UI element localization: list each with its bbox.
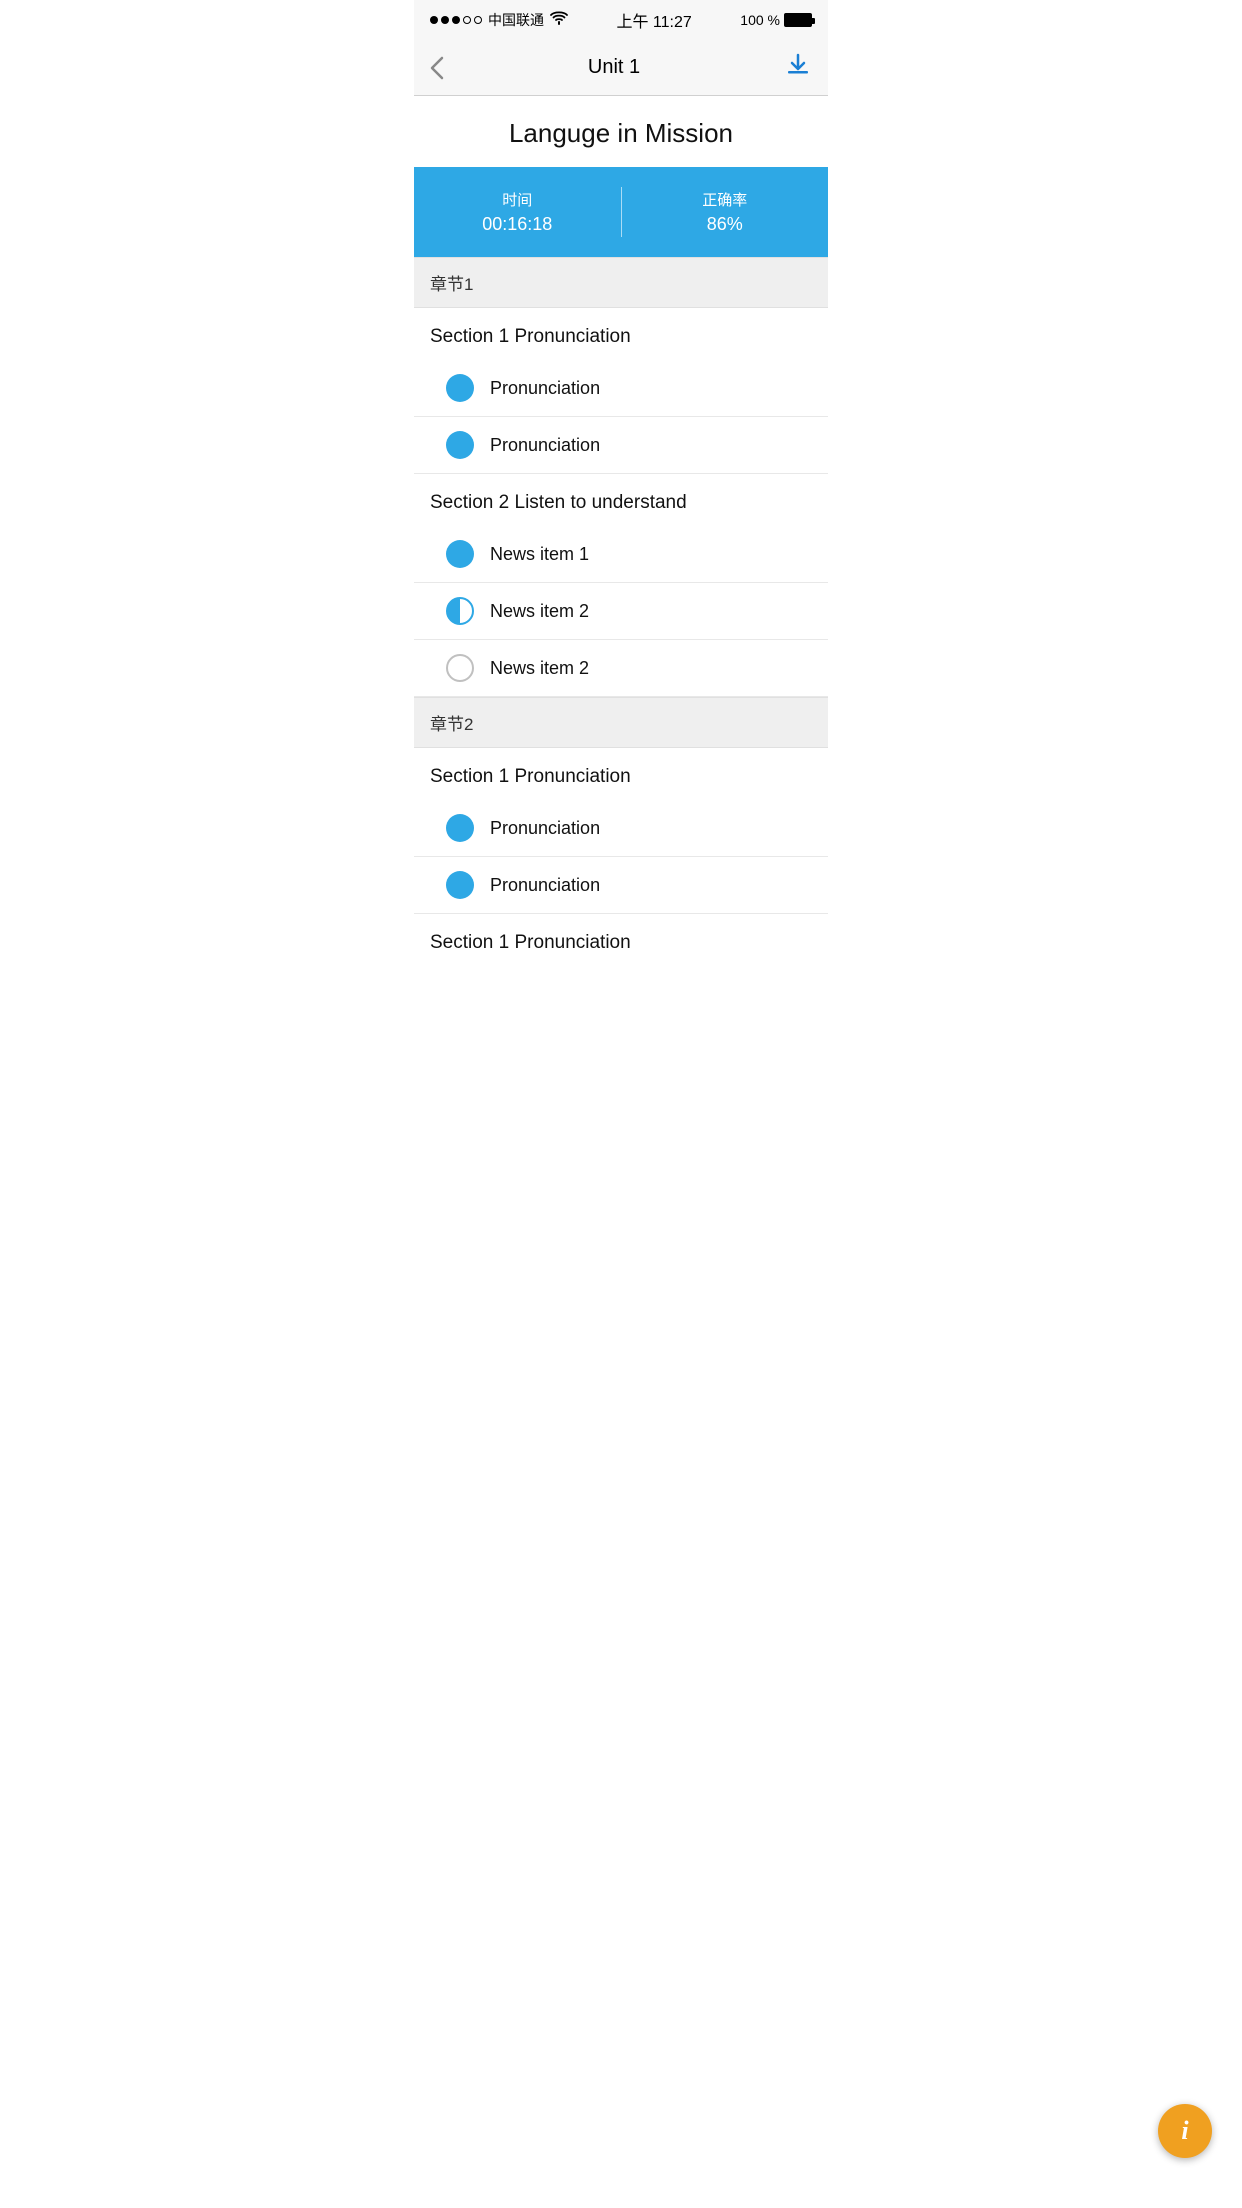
progress-icon-empty <box>446 654 474 682</box>
chapter-2-header: 章节2 <box>414 697 828 748</box>
wifi-icon <box>550 11 568 30</box>
signal-dot-5 <box>474 16 482 24</box>
progress-icon-full <box>446 374 474 402</box>
list-item[interactable]: News item 2 <box>414 583 828 640</box>
signal-dot-2 <box>441 16 449 24</box>
section-1-title: Section 1 Pronunciation <box>414 308 828 360</box>
status-bar: 中国联通 上午 11:27 100 % <box>414 0 828 40</box>
status-right: 100 % <box>740 12 812 28</box>
nav-bar: Unit 1 <box>414 40 828 96</box>
list-item[interactable]: Pronunciation <box>414 360 828 417</box>
list-item[interactable]: Pronunciation <box>414 857 828 914</box>
time-stat: 时间 00:16:18 <box>414 189 621 235</box>
item-label: News item 2 <box>490 601 589 622</box>
signal-dot-4 <box>463 16 471 24</box>
progress-icon-half <box>446 597 474 625</box>
list-item[interactable]: News item 1 <box>414 526 828 583</box>
info-button[interactable]: i <box>1158 2104 1212 2158</box>
time-label: 时间 <box>502 189 532 210</box>
nav-title: Unit 1 <box>588 56 640 79</box>
carrier-text: 中国联通 <box>488 10 544 30</box>
back-button[interactable] <box>430 56 444 80</box>
download-button[interactable] <box>784 51 812 85</box>
ch2-section-1-title: Section 1 Pronunciation <box>414 748 828 800</box>
progress-icon-full <box>446 431 474 459</box>
chapter-1-header: 章节1 <box>414 257 828 308</box>
accuracy-value: 86% <box>707 214 743 235</box>
progress-icon-full <box>446 814 474 842</box>
item-label: Pronunciation <box>490 378 600 399</box>
item-label: Pronunciation <box>490 875 600 896</box>
signal-dots <box>430 16 482 24</box>
signal-dot-1 <box>430 16 438 24</box>
status-time: 上午 11:27 <box>616 8 691 32</box>
item-label: News item 1 <box>490 544 589 565</box>
page-title: Languge in Mission <box>414 96 828 167</box>
progress-icon-full <box>446 871 474 899</box>
ch2-section-2-title: Section 1 Pronunciation <box>414 914 828 966</box>
time-value: 00:16:18 <box>482 214 552 235</box>
list-item[interactable]: Pronunciation <box>414 800 828 857</box>
section-2-title: Section 2 Listen to understand <box>414 474 828 526</box>
status-left: 中国联通 <box>430 10 568 30</box>
accuracy-stat: 正确率 86% <box>622 189 829 235</box>
battery-percent: 100 % <box>740 12 780 28</box>
signal-dot-3 <box>452 16 460 24</box>
stats-banner: 时间 00:16:18 正确率 86% <box>414 167 828 257</box>
item-label: News item 2 <box>490 658 589 679</box>
item-label: Pronunciation <box>490 818 600 839</box>
item-label: Pronunciation <box>490 435 600 456</box>
accuracy-label: 正确率 <box>702 189 747 210</box>
list-item[interactable]: News item 2 <box>414 640 828 697</box>
list-item[interactable]: Pronunciation <box>414 417 828 474</box>
battery-icon <box>784 13 812 27</box>
progress-icon-full <box>446 540 474 568</box>
